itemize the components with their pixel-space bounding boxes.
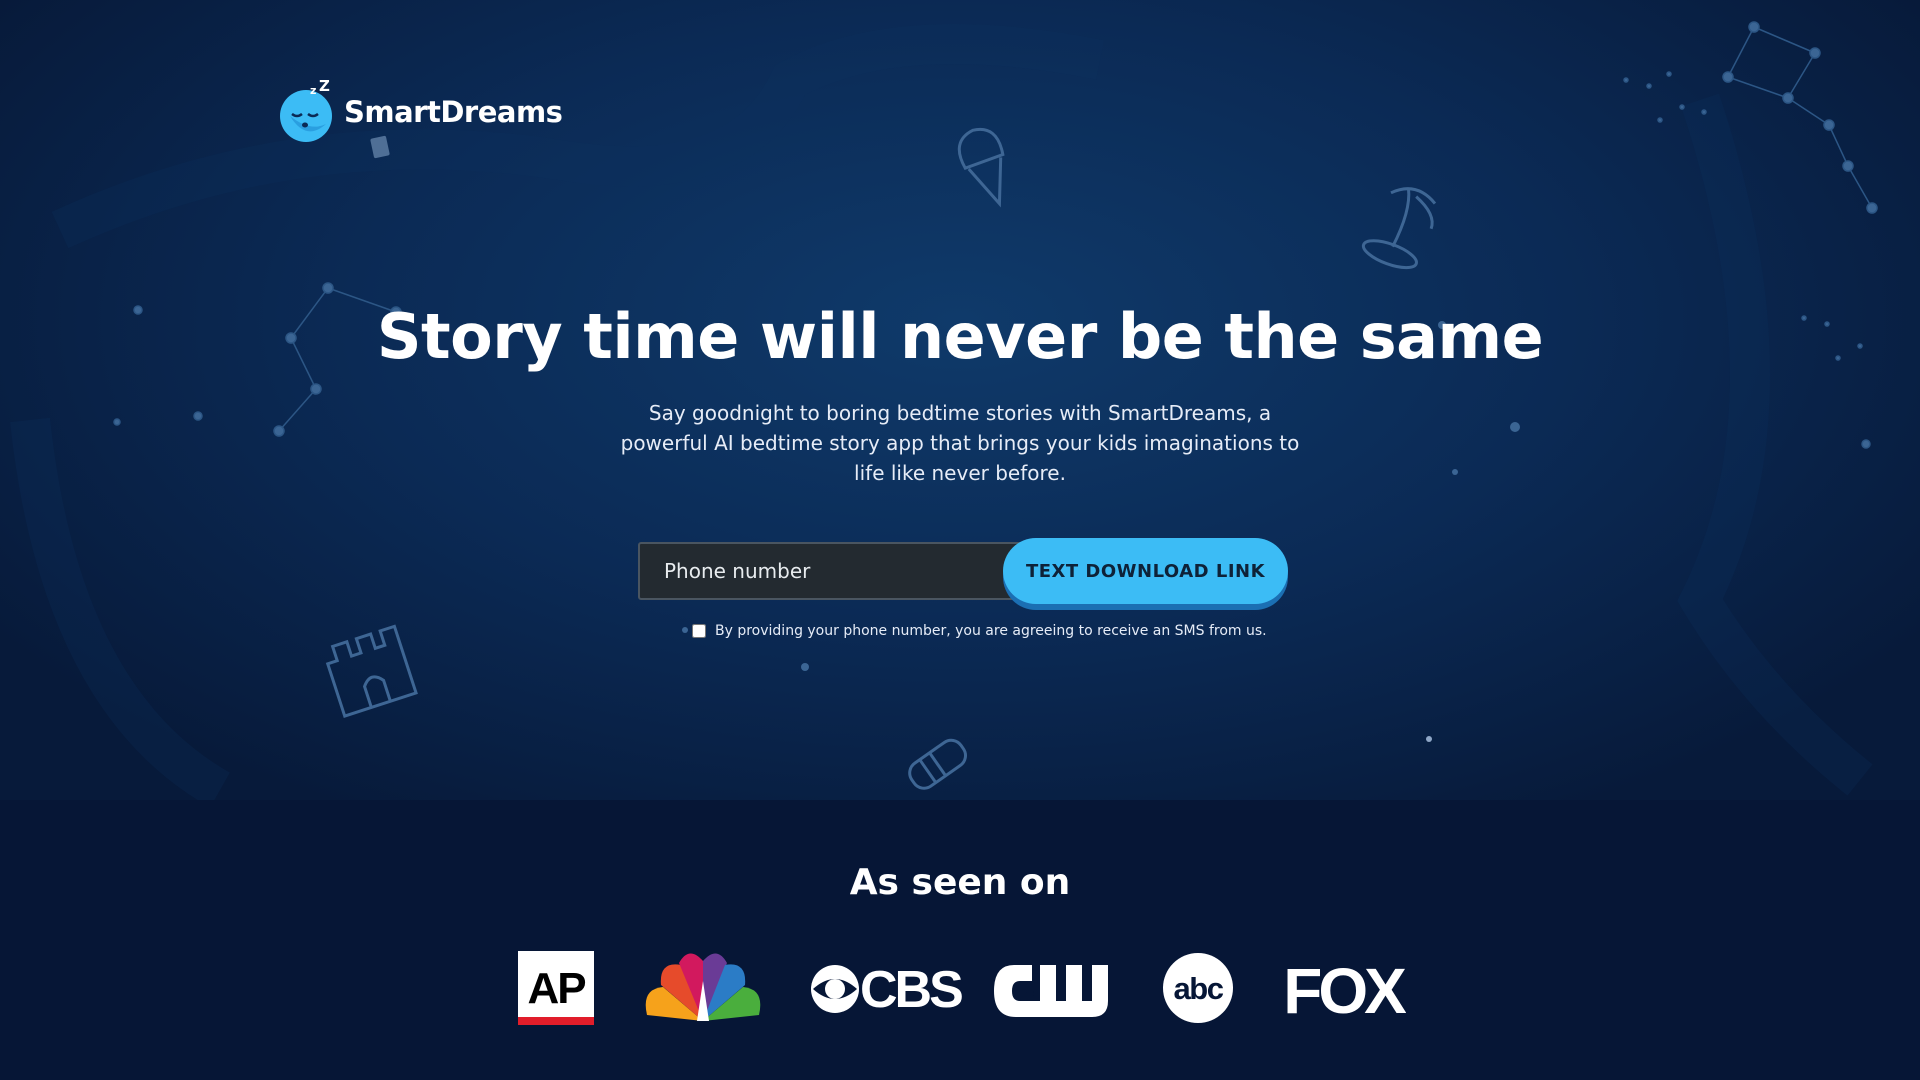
ap-logo: AP [518,948,594,1028]
cbs-logo: CBS [810,948,964,1028]
landing-page: z Z SmartDreams Story time will never be… [0,0,1920,1080]
brand-logo[interactable]: z Z SmartDreams [280,80,563,144]
abc-logo: abc [1162,948,1234,1028]
svg-text:Z: Z [319,80,330,95]
palm-island-icon [1361,187,1437,270]
hero-section: z Z SmartDreams Story time will never be… [0,0,1920,800]
hero-headline: Story time will never be the same [376,300,1544,373]
sms-consent: By providing your phone number, you are … [692,623,1267,639]
hero-subtitle: Say goodnight to boring bedtime stories … [620,401,1300,485]
abc-logo-text: abc [1174,971,1224,1006]
ap-logo-text: AP [527,964,585,1013]
sms-download-form: TEXT DOWNLOAD LINK [638,538,1288,610]
press-logos: AP CBS THE abc FOX [0,948,1920,1028]
press-title: As seen on [849,862,1071,903]
ice-cream-icon [957,127,1005,208]
sms-consent-text: By providing your phone number, you are … [715,623,1267,639]
the-cw-logo: THE [990,948,1116,1028]
sms-consent-checkbox[interactable] [692,624,706,638]
brand-name: SmartDreams [344,95,563,129]
cw-logo-text: THE [1018,989,1038,1000]
fox-logo: FOX [1280,948,1406,1028]
press-section: As seen on AP CBS THE abc FOX [0,800,1920,1080]
fox-logo-text: FOX [1283,955,1406,1025]
svg-text:z: z [310,84,316,97]
phone-number-input[interactable] [638,542,1028,600]
castle-icon [325,624,418,718]
cbs-logo-text: CBS [860,961,962,1019]
bottle-icon [908,738,967,790]
nbc-peacock-logo [642,948,764,1028]
sleeping-moon-icon: z Z [280,80,332,142]
text-download-link-button[interactable]: TEXT DOWNLOAD LINK [1003,538,1288,604]
